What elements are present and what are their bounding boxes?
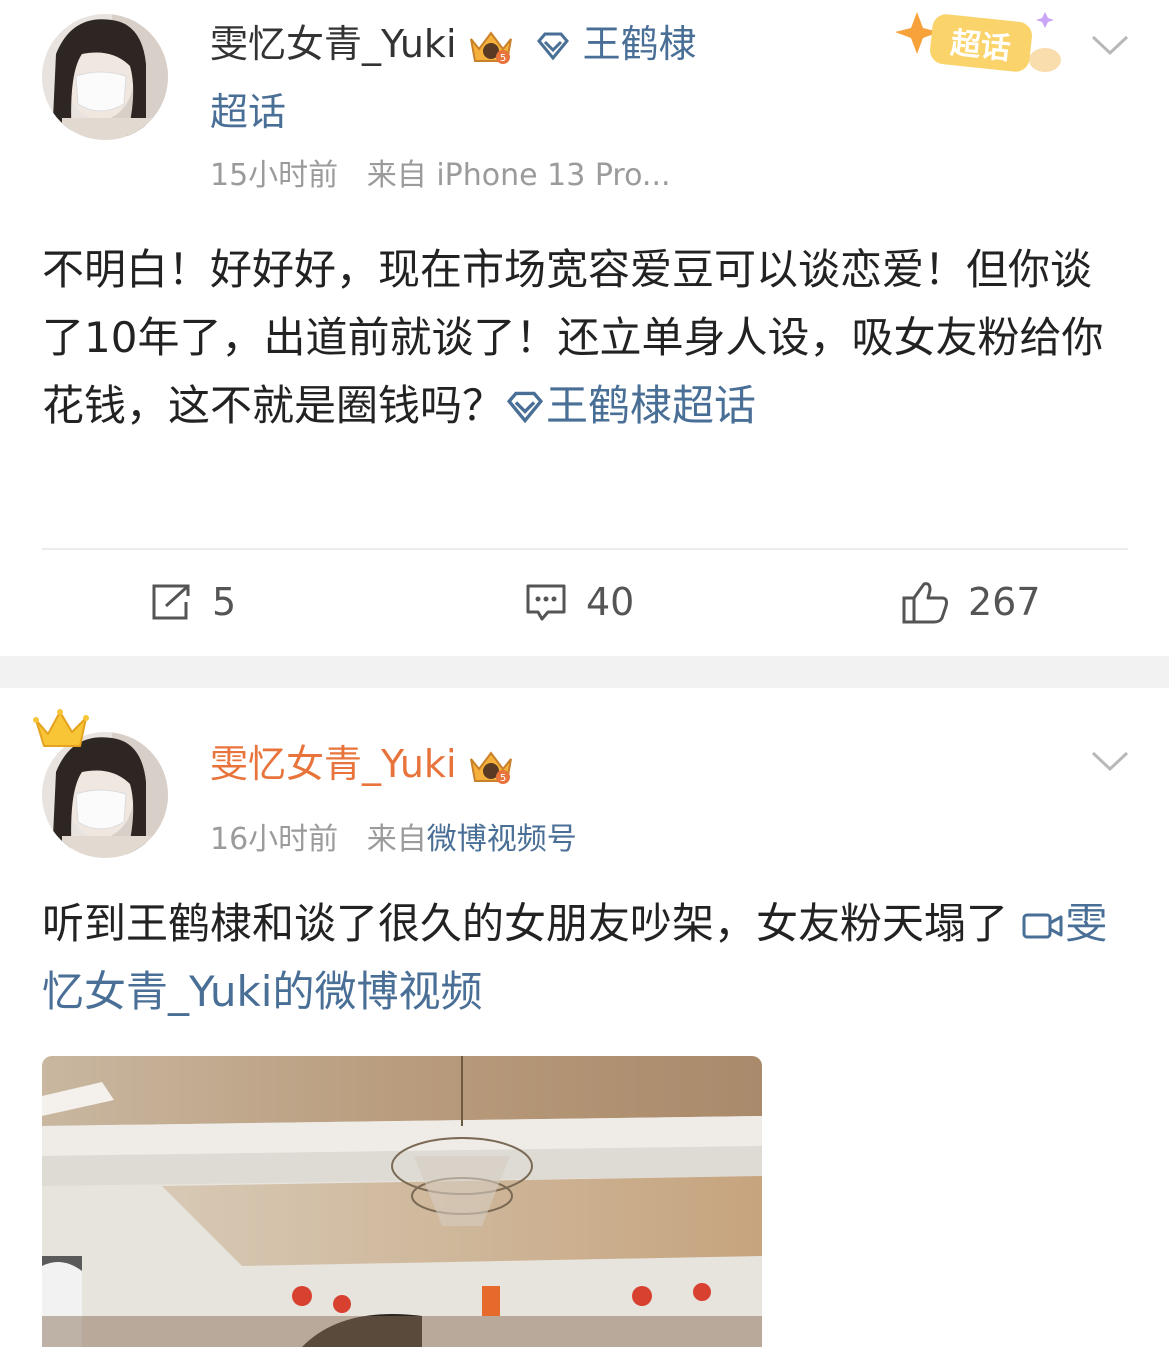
post-content: 听到王鹤棣和谈了很久的女朋友吵架，女友粉天塌了 雯忆女青_Yuki的微博视频 [42, 890, 1132, 1026]
repost-count: 5 [212, 580, 237, 624]
post-source-prefix: 来自 [366, 822, 427, 857]
topic-name-continued[interactable]: 超话 [210, 88, 286, 136]
like-icon [902, 582, 948, 624]
post-card: 雯忆女青_Yuki 5 王鹤棣 超话 15小时前 来自 iPhone 13 Pr… [0, 0, 1169, 656]
avatar[interactable] [42, 14, 168, 140]
comment-button[interactable]: 40 [524, 572, 634, 632]
topic-name: 王鹤棣 [582, 22, 697, 66]
feed-separator [0, 656, 1169, 688]
post-meta: 15小时前 来自 iPhone 13 Pro... [210, 150, 671, 194]
username[interactable]: 雯忆女青_Yuki [210, 742, 457, 786]
post-source: 来自 iPhone 13 Pro... [366, 158, 671, 193]
post-card: 雯忆女青_Yuki 5 16小时前 来自微博视频号 听到王鹤棣和谈了很久的女朋友… [0, 688, 1169, 1347]
vip-level-badge-icon: 5 [469, 30, 512, 64]
username-row: 雯忆女青_Yuki 5 [210, 740, 517, 788]
post-time: 16小时前 [210, 822, 339, 857]
like-button[interactable]: 267 [900, 572, 1041, 632]
post-content: 不明白！好好好，现在市场宽容爱豆可以谈恋爱！但你谈了10年了，出道前就谈了！还立… [42, 236, 1132, 440]
post-text: 听到王鹤棣和谈了很久的女朋友吵架，女友粉天塌了 [42, 899, 1009, 948]
chevron-down-icon[interactable] [1091, 34, 1129, 56]
post-source-link[interactable]: 微博视频号 [427, 822, 577, 857]
avatar[interactable] [42, 732, 168, 858]
username-row: 雯忆女青_Yuki 5 王鹤棣 [210, 20, 697, 68]
diamond-icon [536, 32, 569, 61]
diamond-icon [506, 391, 544, 424]
content-topic-link[interactable]: 王鹤棣超话 [504, 381, 756, 430]
comment-count: 40 [586, 580, 635, 624]
video-thumbnail[interactable] [42, 1056, 762, 1347]
repost-button[interactable]: 5 [150, 572, 236, 632]
action-bar: 5 40 267 [0, 572, 1169, 632]
chevron-down-icon[interactable] [1091, 750, 1129, 772]
post-time: 15小时前 [210, 158, 339, 193]
supertopic-badge-label: 超话 [949, 26, 1012, 67]
comment-icon [526, 584, 566, 621]
vip-level-badge-icon: 5 [469, 750, 512, 784]
svg-text:5: 5 [499, 53, 505, 64]
svg-text:5: 5 [499, 773, 505, 784]
supertopic-badge[interactable]: 超话 [895, 6, 1071, 84]
post-meta: 16小时前 来自微博视频号 [210, 814, 577, 858]
video-icon [1022, 913, 1063, 939]
username[interactable]: 雯忆女青_Yuki [210, 22, 457, 66]
crown-icon [33, 709, 89, 747]
like-count: 267 [968, 580, 1041, 624]
topic-link[interactable]: 王鹤棣 [535, 22, 697, 66]
content-topic-label: 王鹤棣超话 [546, 381, 757, 430]
divider [42, 548, 1128, 550]
repost-icon [152, 584, 190, 620]
